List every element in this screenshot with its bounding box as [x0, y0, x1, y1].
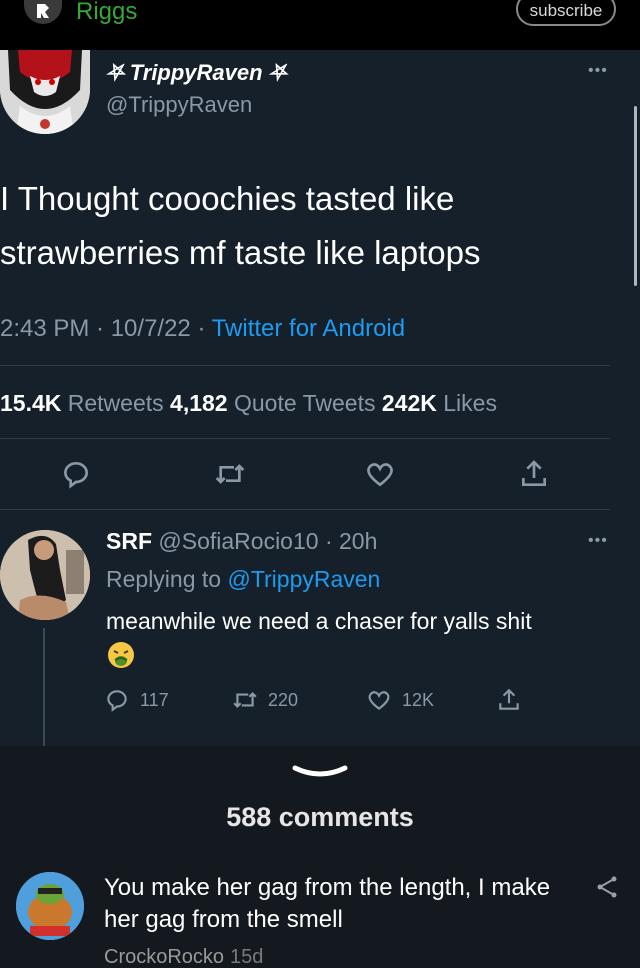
avatar[interactable]: [16, 872, 84, 940]
comment-count: 588 comments: [226, 802, 414, 832]
tweet-source-link[interactable]: Twitter for Android: [212, 315, 405, 342]
chevron-down-icon[interactable]: [291, 762, 349, 784]
subscribe-button[interactable]: subscribe: [516, 0, 616, 26]
likes-count[interactable]: 242K: [382, 390, 437, 416]
reply-like-action[interactable]: 12K: [366, 686, 434, 714]
tweet-stats: 15.4K Retweets 4,182 Quote Tweets 242K L…: [0, 390, 497, 417]
avatar[interactable]: [0, 50, 90, 134]
comment-meta: CrockoRocko 15d: [104, 946, 263, 968]
like-icon: [368, 691, 390, 711]
reply-count: 117: [140, 689, 169, 710]
tweet-text-line: strawberries mf taste like laptops: [0, 234, 481, 271]
reply-author-handle-time[interactable]: @SofiaRocio10 · 20h: [152, 528, 377, 554]
comment-age: 15d: [230, 946, 264, 968]
tweet-timestamp: 2:43 PM · 10/7/22 ·: [0, 315, 212, 342]
more-options-icon[interactable]: •••: [588, 62, 608, 80]
reply-header: SRF @SofiaRocio10 · 20h: [106, 528, 377, 555]
tweet-author-name[interactable]: ⛧ TrippyRaven ⛧: [106, 60, 286, 86]
tweet-text: I Thought cooochies tasted like strawber…: [0, 172, 600, 280]
channel-header: Riggs subscribe: [0, 0, 640, 50]
retweet-count: 220: [268, 689, 299, 710]
tweet-author-handle[interactable]: @TrippyRaven: [106, 92, 252, 118]
reply-icon[interactable]: [60, 458, 92, 490]
tweet-screenshot: ⛧ TrippyRaven ⛧ @TrippyRaven ••• I Thoug…: [0, 50, 640, 750]
retweet-icon[interactable]: [214, 458, 246, 490]
share-icon: [499, 688, 519, 710]
reply-text: meanwhile we need a chaser for yalls shi…: [106, 608, 532, 634]
likes-label[interactable]: Likes: [437, 390, 497, 416]
quote-tweets-label[interactable]: Quote Tweets: [228, 390, 382, 416]
retweets-count[interactable]: 15.4K: [0, 390, 61, 416]
reply-author-name[interactable]: SRF: [106, 528, 152, 554]
replying-to: Replying to @TrippyRaven: [106, 566, 380, 593]
nauseated-face-icon: [106, 640, 136, 670]
channel-logo[interactable]: [24, 0, 62, 24]
reply-reply-action[interactable]: 117: [104, 686, 169, 714]
share-icon[interactable]: [594, 874, 620, 900]
reply-retweet-action[interactable]: 220: [232, 686, 298, 714]
like-icon[interactable]: [364, 458, 396, 490]
like-count: 12K: [402, 689, 435, 710]
channel-name[interactable]: Riggs: [76, 0, 137, 26]
retweet-icon: [233, 691, 257, 709]
divider: [0, 365, 610, 366]
thread-line: [43, 628, 45, 746]
tweet-text-line: I Thought cooochies tasted like: [0, 180, 455, 217]
share-icon[interactable]: [518, 458, 550, 490]
scrollbar[interactable]: [634, 106, 637, 286]
divider: [0, 509, 610, 510]
comment-author[interactable]: CrockoRocko: [104, 946, 224, 968]
tweet-meta: 2:43 PM · 10/7/22 · Twitter for Android: [0, 315, 405, 343]
replying-to-mention[interactable]: @TrippyRaven: [227, 566, 380, 592]
more-options-icon[interactable]: •••: [588, 532, 608, 550]
quote-tweets-count[interactable]: 4,182: [170, 390, 228, 416]
divider: [0, 438, 610, 439]
comment-text: You make her gag from the length, I make…: [104, 874, 551, 933]
reply-share-action[interactable]: [496, 686, 522, 714]
reply-icon: [107, 690, 127, 712]
retweets-label[interactable]: Retweets: [61, 390, 170, 416]
replying-to-prefix: Replying to: [106, 566, 228, 592]
avatar[interactable]: [0, 530, 90, 620]
